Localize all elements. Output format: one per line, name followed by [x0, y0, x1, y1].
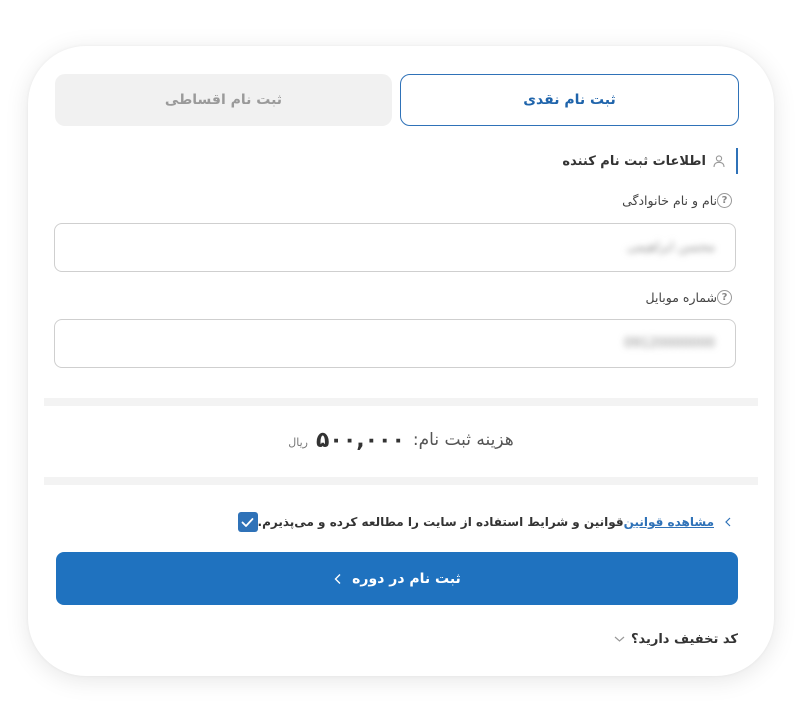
price-label: هزینه ثبت نام:: [412, 430, 514, 450]
mobile-field-label-row: شماره موبایل ?: [646, 288, 738, 306]
mobile-help-icon[interactable]: ?: [717, 289, 732, 305]
tab-cash-label: ثبت نام نقدی: [523, 92, 616, 108]
mobile-input[interactable]: 09120000000: [54, 319, 736, 368]
chevron-left-icon: [725, 517, 731, 527]
chevron-left-icon: [334, 573, 341, 584]
tab-cash-registration[interactable]: ثبت نام نقدی: [400, 74, 739, 126]
registrant-info-heading: اطلاعات ثبت نام کننده: [562, 148, 738, 174]
mobile-field-label: شماره موبایل: [645, 289, 717, 305]
tab-installment-label: ثبت نام اقساطی: [164, 92, 283, 108]
chevron-down-icon: [614, 636, 625, 642]
registration-fee: هزینه ثبت نام: ۵۰۰,۰۰۰ ریال: [28, 421, 774, 459]
user-icon: [713, 155, 725, 168]
terms-text: قوانین و شرایط استفاده از سایت را مطالعه…: [257, 515, 624, 529]
tab-installment-registration[interactable]: ثبت نام اقساطی: [55, 74, 392, 126]
terms-row: قوانین و شرایط استفاده از سایت را مطالعه…: [230, 510, 736, 534]
price-value: ۵۰۰,۰۰۰: [315, 427, 405, 453]
registration-card: ثبت نام نقدی ثبت نام اقساطی اطلاعات ثبت …: [28, 46, 774, 676]
register-course-button[interactable]: ثبت نام در دوره: [56, 552, 738, 605]
divider-top: [44, 398, 758, 406]
name-field-label: نام و نام خانوادگی: [622, 192, 717, 208]
discount-label: کد تخفیف دارید؟: [630, 631, 738, 647]
register-course-label: ثبت نام در دوره: [352, 570, 461, 587]
price-unit: ریال: [288, 435, 308, 449]
view-terms-link[interactable]: مشاهده قوانین: [624, 515, 714, 529]
mobile-value: 09120000000: [624, 336, 715, 351]
section-title: اطلاعات ثبت نام کننده: [562, 153, 706, 169]
full-name-value: محسن ابراهیمی: [626, 240, 715, 255]
name-help-icon[interactable]: ?: [717, 192, 732, 208]
terms-checkbox[interactable]: [237, 512, 258, 532]
name-field-label-row: نام و نام خانوادگی ?: [622, 191, 738, 209]
divider-bottom: [44, 477, 758, 485]
check-icon: [241, 517, 254, 527]
full-name-input[interactable]: محسن ابراهیمی: [54, 223, 736, 272]
discount-code-toggle[interactable]: کد تخفیف دارید؟: [614, 628, 738, 650]
